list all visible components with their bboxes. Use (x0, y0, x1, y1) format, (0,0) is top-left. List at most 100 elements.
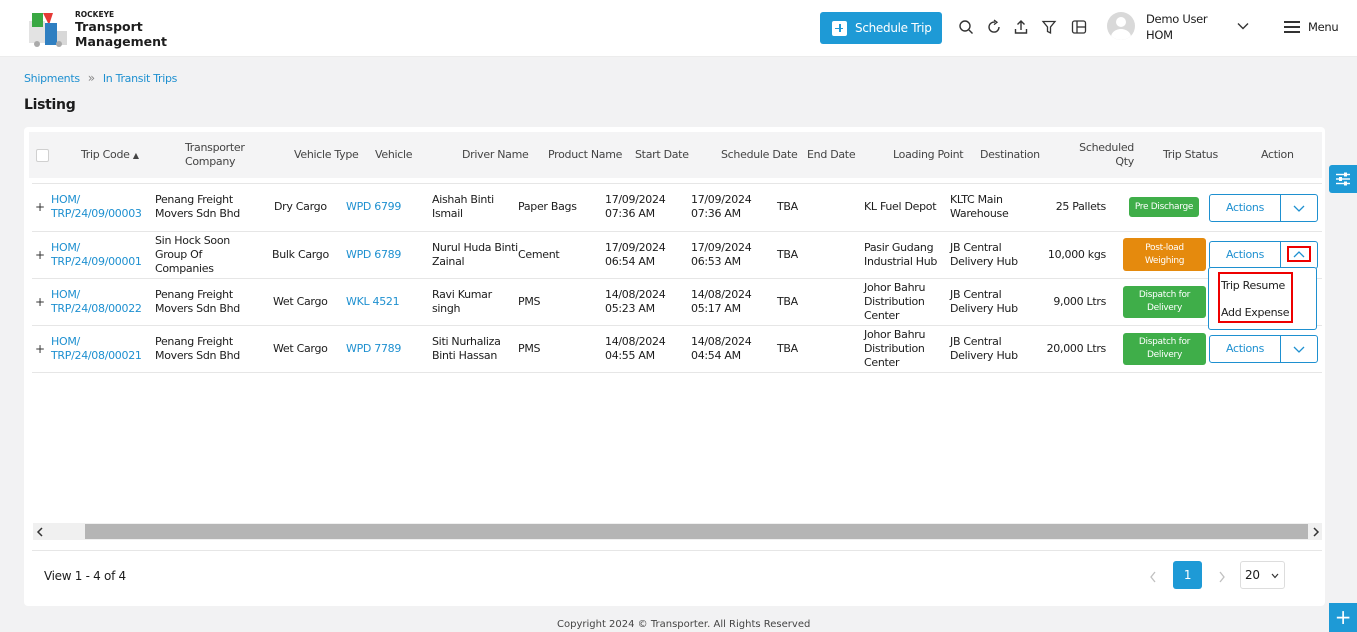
horizontal-scrollbar[interactable] (33, 523, 1322, 540)
vehicle-link[interactable]: WKL 4521 (346, 295, 400, 309)
search-icon[interactable] (958, 19, 974, 35)
actions-button[interactable]: Actions (1210, 336, 1281, 362)
column-label: Trip Code (81, 148, 130, 161)
actions-split-button: Actions (1209, 194, 1318, 222)
trip-code-part: TRP/24/09/00003 (51, 207, 142, 220)
add-button[interactable]: + (1329, 603, 1357, 632)
chevron-down-icon[interactable] (1281, 195, 1317, 221)
start-date: 14/08/2024 04:55 AM (605, 335, 666, 363)
product-name: PMS (518, 295, 541, 308)
row-divider (32, 183, 1322, 184)
scheduled-qty: 20,000 Ltrs (1046, 342, 1107, 355)
row-divider (32, 278, 1322, 279)
column-vehicle-type: Vehicle Type (294, 148, 359, 161)
schedule-date: 14/08/2024 05:17 AM (691, 288, 752, 316)
transporter-company: Sin Hock Soon Group Of Companies (155, 234, 230, 276)
scroll-left-icon[interactable] (36, 527, 44, 537)
column-action: Action (1261, 148, 1294, 161)
time-line: 05:23 AM (605, 302, 655, 315)
trip-code-link[interactable]: HOM/TRP/24/08/00022 (51, 288, 142, 316)
trip-code-part: TRP/24/08/00022 (51, 302, 142, 315)
page-button-current[interactable]: 1 (1173, 561, 1202, 589)
product-name: Paper Bags (518, 200, 577, 213)
loading-line: Johor Bahru (864, 281, 926, 294)
destination-line: JB Central (950, 335, 1002, 348)
settings-side-tab[interactable] (1329, 165, 1357, 193)
destination: JB Central Delivery Hub (950, 335, 1018, 363)
scrollbar-thumb[interactable] (85, 524, 1308, 539)
end-date: TBA (777, 248, 798, 261)
schedule-trip-label: Schedule Trip (855, 21, 932, 35)
status-line: Delivery (1147, 350, 1182, 360)
date-line: 17/09/2024 (691, 241, 752, 254)
breadcrumb-shipments[interactable]: Shipments (24, 72, 80, 85)
loading-line: Johor Bahru (864, 328, 926, 341)
expand-row-icon[interactable]: + (35, 248, 45, 262)
breadcrumb-separator-icon: » (87, 71, 95, 85)
vehicle-link[interactable]: WPD 6789 (346, 248, 401, 262)
vehicle-link[interactable]: WPD 7789 (346, 342, 401, 356)
column-trip-status: Trip Status (1163, 148, 1218, 161)
sort-icon: ▲ (132, 151, 139, 160)
filter-icon[interactable] (1041, 19, 1057, 35)
product-name: Cement (518, 248, 560, 261)
actions-button[interactable]: Actions (1210, 242, 1281, 268)
scroll-right-icon[interactable] (1312, 527, 1320, 537)
copyright: Copyright 2024 © Transporter. All Rights… (557, 619, 811, 630)
driver-name: Nurul Huda Binti Zainal (432, 241, 518, 269)
vehicle-type: Bulk Cargo (272, 248, 329, 261)
page-size-select[interactable]: 20 (1240, 561, 1285, 589)
avatar[interactable] (1107, 12, 1135, 40)
destination-line: Delivery Hub (950, 349, 1018, 362)
loading-point: Pasir Gudang Industrial Hub (864, 241, 937, 269)
user-org: HOM (1146, 28, 1173, 42)
brand-name: Transport Management (75, 19, 167, 49)
column-trip-code[interactable]: Trip Code ▲ (81, 148, 139, 163)
time-line: 05:17 AM (691, 302, 741, 315)
vehicle-link[interactable]: WPD 6799 (346, 200, 401, 214)
start-date: 17/09/2024 06:54 AM (605, 241, 666, 269)
company-line: Companies (155, 262, 214, 275)
trip-code-part: HOM/ (51, 335, 80, 348)
status-badge: Dispatch for Delivery (1123, 286, 1206, 318)
refresh-icon[interactable] (986, 19, 1002, 35)
prev-page-icon[interactable] (1149, 571, 1157, 583)
driver-name: Ravi Kumar singh (432, 288, 492, 316)
chevron-down-icon[interactable] (1281, 336, 1317, 362)
schedule-date: 17/09/2024 06:53 AM (691, 241, 752, 269)
select-all-checkbox[interactable] (36, 149, 49, 162)
breadcrumb-in-transit[interactable]: In Transit Trips (103, 72, 178, 85)
next-page-icon[interactable] (1218, 571, 1226, 583)
expand-row-icon[interactable]: + (35, 342, 45, 356)
schedule-trip-button[interactable]: Schedule Trip (820, 12, 942, 44)
trip-code-part: HOM/ (51, 288, 80, 301)
trip-code-link[interactable]: HOM/TRP/24/08/00021 (51, 335, 142, 363)
actions-button[interactable]: Actions (1210, 195, 1281, 221)
company-line: Movers Sdn Bhd (155, 349, 240, 362)
expand-row-icon[interactable]: + (35, 200, 45, 214)
destination-line: KLTC Main (950, 193, 1003, 206)
driver-name: Aishah Binti Ismail (432, 193, 494, 221)
status-line: Dispatch for (1138, 290, 1191, 300)
trip-code-link[interactable]: HOM/TRP/24/09/00001 (51, 241, 142, 269)
trip-code-part: TRP/24/08/00021 (51, 349, 142, 362)
time-line: 06:54 AM (605, 255, 655, 268)
transporter-company: Penang Freight Movers Sdn Bhd (155, 335, 240, 363)
chevron-down-icon[interactable] (1237, 22, 1249, 30)
column-schedule-date: Schedule Date (721, 148, 798, 161)
expand-row-icon[interactable]: + (35, 295, 45, 309)
company-line: Movers Sdn Bhd (155, 302, 240, 315)
upload-icon[interactable] (1013, 19, 1029, 35)
loading-point: Johor Bahru Distribution Center (864, 281, 925, 323)
columns-icon[interactable] (1071, 19, 1087, 35)
column-loading-point: Loading Point (893, 148, 964, 161)
column-driver-name: Driver Name (462, 148, 529, 161)
end-date: TBA (777, 200, 798, 213)
menu-button[interactable]: Menu (1284, 20, 1339, 34)
start-date: 17/09/2024 07:36 AM (605, 193, 666, 221)
status-line: Weighing (1144, 255, 1185, 266)
app-logo-icon (29, 13, 67, 47)
status-badge: Pre Discharge (1129, 197, 1199, 217)
trip-code-link[interactable]: HOM/TRP/24/09/00003 (51, 193, 142, 221)
loading-line: Center (864, 356, 900, 369)
